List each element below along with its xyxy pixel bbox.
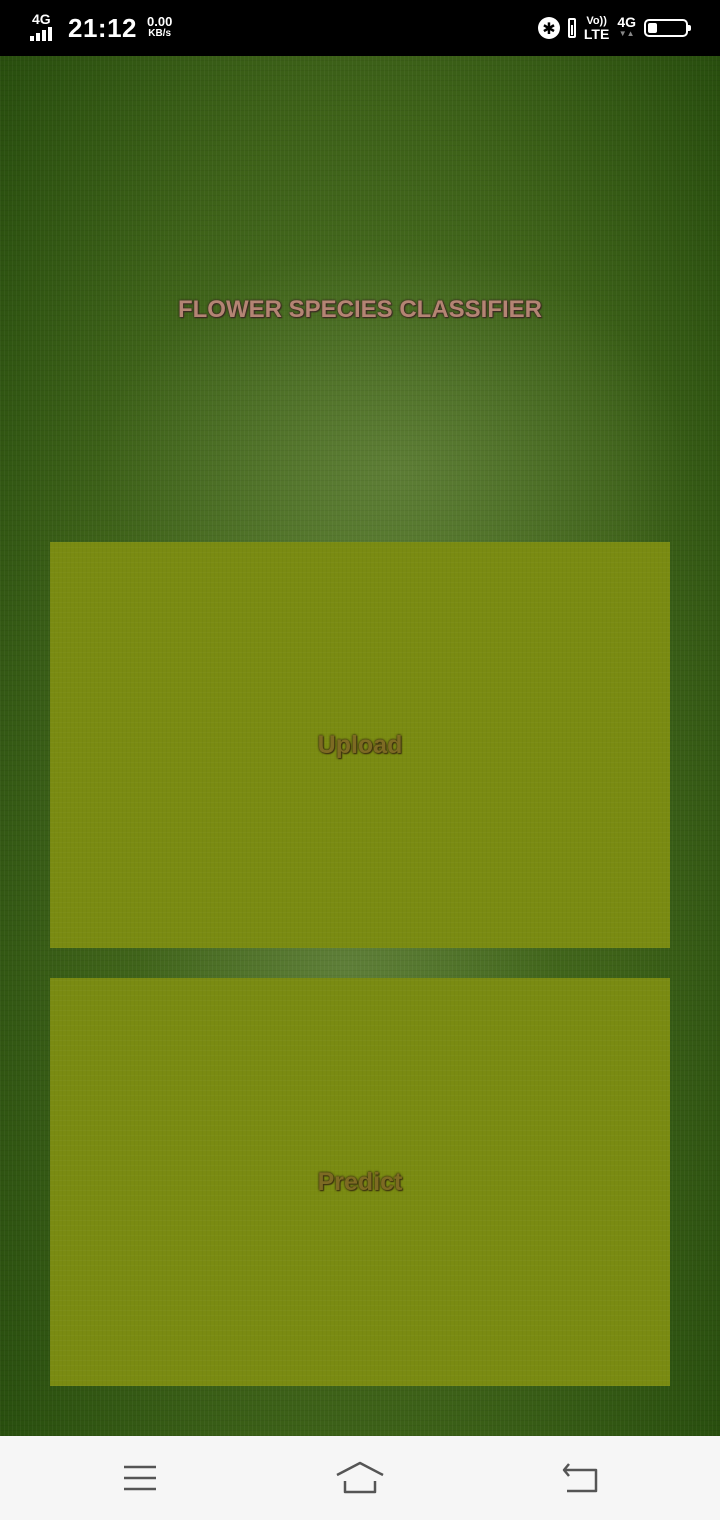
data-arrows-icon: ▼▲ <box>618 29 635 38</box>
status-bar-left: 4G 21:12 0.00 KB/s <box>30 10 172 46</box>
volte-bottom-label: LTE <box>583 26 610 42</box>
home-button[interactable] <box>330 1452 390 1504</box>
vibrate-icon <box>567 18 576 38</box>
network-type-right-label: 4G <box>617 14 636 30</box>
phone-screen: 4G 21:12 0.00 KB/s ✱ Vo)) LTE 4G ▼▲ 23 F… <box>0 0 720 1520</box>
back-button[interactable] <box>550 1452 610 1504</box>
data-speed-unit: KB/s <box>148 28 172 39</box>
navigation-bar <box>0 1436 720 1520</box>
menu-button[interactable] <box>110 1452 170 1504</box>
predict-button-label: Predict <box>317 1167 403 1196</box>
upload-button-label: Upload <box>317 730 403 759</box>
back-icon <box>562 1463 598 1493</box>
signal-icon: 4G <box>30 11 58 43</box>
battery-level: 23 <box>658 20 674 36</box>
network-indicator: 4G ▼▲ <box>617 14 636 40</box>
clock: 21:12 <box>68 12 137 43</box>
bluetooth-icon: ✱ <box>537 17 560 39</box>
status-bar: 4G 21:12 0.00 KB/s ✱ Vo)) LTE 4G ▼▲ 23 <box>0 0 720 56</box>
data-speed: 0.00 KB/s <box>147 14 173 40</box>
upload-button[interactable]: Upload <box>50 542 670 948</box>
home-icon <box>336 1461 384 1494</box>
menu-icon <box>124 1465 156 1491</box>
data-speed-value: 0.00 <box>147 14 173 29</box>
battery-icon: 23 <box>644 19 691 37</box>
network-type-label: 4G <box>32 11 51 27</box>
page-title: FLOWER SPECIES CLASSIFIER <box>177 296 543 323</box>
predict-button[interactable]: Predict <box>50 978 670 1386</box>
status-bar-right: ✱ Vo)) LTE 4G ▼▲ 23 <box>537 12 691 44</box>
app-content: FLOWER SPECIES CLASSIFIER Upload Predict <box>0 56 720 1436</box>
volte-icon: Vo)) LTE <box>584 15 609 41</box>
